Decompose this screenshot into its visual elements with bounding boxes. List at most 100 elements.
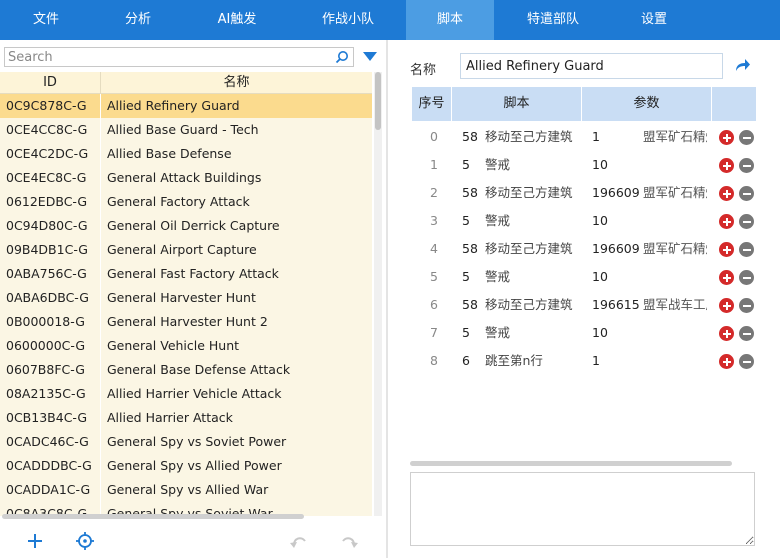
add-action-button[interactable] [719,130,734,145]
action-code: 5 [462,157,470,172]
action-row[interactable]: 2 58 移动至己方建筑 196609盟军矿石精炼厂 [412,179,756,207]
table-body: 0C9C878C-G Allied Refinery Guard 0CE4CC8C-… [0,94,372,516]
redo-icon[interactable] [338,530,360,552]
tab-team[interactable]: 作战小队 [290,0,406,40]
remove-action-button[interactable] [739,298,754,313]
add-action-button[interactable] [719,214,734,229]
row-name: Allied Harrier Attack [107,410,233,425]
share-icon[interactable] [733,57,751,73]
remove-action-button[interactable] [739,242,754,257]
tab-script[interactable]: 脚本 [406,0,494,40]
column-header-script[interactable]: 脚本 [452,87,582,121]
row-id: 0B000018-G [0,310,101,334]
action-row[interactable]: 5 5 警戒 10 [412,263,756,291]
row-id: 0CADC46C-G [0,430,101,454]
add-action-button[interactable] [719,326,734,341]
action-param: 1 [592,353,600,368]
column-header-name[interactable]: 名称 [101,72,372,93]
horizontal-scrollbar[interactable] [2,514,304,519]
column-header-param[interactable]: 参数 [582,87,712,121]
table-row[interactable]: 0600000C-G General Vehicle Hunt [0,334,372,358]
filter-dropdown-icon[interactable] [362,50,378,64]
tab-taskforce[interactable]: 特遣部队 [494,0,612,40]
row-id: 0CE4EC8C-G [0,166,101,190]
action-code: 58 [462,185,478,200]
column-header-index[interactable]: 序号 [412,87,452,121]
table-row[interactable]: 0CADDA1C-G General Spy vs Allied War [0,478,372,502]
action-index: 7 [430,325,438,340]
remove-action-button[interactable] [739,130,754,145]
plus-icon[interactable] [24,530,46,552]
row-name: Allied Harrier Vehicle Attack [107,386,282,401]
action-index: 2 [430,185,438,200]
action-param-detail: 盟军矿石精炼厂 [643,185,707,200]
script-name-input[interactable] [460,53,723,79]
action-row[interactable]: 1 5 警戒 10 [412,151,756,179]
script-note-textarea[interactable] [410,472,755,546]
action-param: 1 [592,129,600,144]
action-param: 10 [592,213,608,228]
add-action-button[interactable] [719,270,734,285]
table-row[interactable]: 08A2135C-G Allied Harrier Vehicle Attack [0,382,372,406]
action-description: 警戒 [485,213,511,228]
table-row[interactable]: 0CE4C2DC-G Allied Base Defense [0,142,372,166]
crosshair-icon[interactable] [74,530,96,552]
row-name: General Base Defense Attack [107,362,291,377]
column-header-id[interactable]: ID [0,72,101,93]
action-row[interactable]: 3 5 警戒 10 [412,207,756,235]
tab-file[interactable]: 文件 [0,0,92,40]
action-row[interactable]: 8 6 跳至第n行 1 [412,347,756,375]
row-name: General Oil Derrick Capture [107,218,280,233]
action-param: 196609 [592,241,640,256]
search-input[interactable] [8,49,328,65]
add-action-button[interactable] [719,354,734,369]
vertical-scrollbar[interactable] [374,72,382,516]
remove-action-button[interactable] [739,270,754,285]
table-row[interactable]: 0CE4CC8C-G Allied Base Guard - Tech [0,118,372,142]
table-row[interactable]: 0C9C878C-G Allied Refinery Guard [0,94,372,118]
action-row[interactable]: 0 58 移动至己方建筑 1 盟军矿石精炼厂 [412,123,756,151]
add-action-button[interactable] [719,158,734,173]
row-id: 0CE4C2DC-G [0,142,101,166]
action-code: 58 [462,241,478,256]
remove-action-button[interactable] [739,214,754,229]
row-id: 0607B8FC-G [0,358,101,382]
table-row[interactable]: 0607B8FC-G General Base Defense Attack [0,358,372,382]
action-description: 警戒 [485,325,511,340]
table-row[interactable]: 0ABA756C-G General Fast Factory Attack [0,262,372,286]
remove-action-button[interactable] [739,326,754,341]
add-action-button[interactable] [719,242,734,257]
action-code: 6 [462,353,470,368]
row-name: Allied Refinery Guard [107,98,240,113]
add-action-button[interactable] [719,186,734,201]
remove-action-button[interactable] [739,186,754,201]
table-row[interactable]: 0B000018-G General Harvester Hunt 2 [0,310,372,334]
remove-action-button[interactable] [739,158,754,173]
action-row[interactable]: 4 58 移动至己方建筑 196609盟军矿石精炼厂 [412,235,756,263]
tab-analyze[interactable]: 分析 [92,0,184,40]
action-index: 3 [430,213,438,228]
table-row[interactable]: 0CADC46C-G General Spy vs Soviet Power [0,430,372,454]
action-code: 5 [462,269,470,284]
remove-action-button[interactable] [739,354,754,369]
table-row[interactable]: 09B4DB1C-G General Airport Capture [0,238,372,262]
action-code: 58 [462,297,478,312]
table-row[interactable]: 0CE4EC8C-G General Attack Buildings [0,166,372,190]
table-row[interactable]: 0ABA6DBC-G General Harvester Hunt [0,286,372,310]
row-name: General Spy vs Allied War [107,482,269,497]
tab-settings[interactable]: 设置 [612,0,696,40]
tab-ai-trigger[interactable]: AI触发 [184,0,290,40]
table-row[interactable]: 0CB13B4C-G Allied Harrier Attack [0,406,372,430]
action-row[interactable]: 6 58 移动至己方建筑 196615盟军战车工厂 [412,291,756,319]
table-row[interactable]: 0C94D80C-G General Oil Derrick Capture [0,214,372,238]
actions-horizontal-scrollbar[interactable] [410,461,732,466]
add-action-button[interactable] [719,298,734,313]
scrollbar-thumb[interactable] [375,72,381,130]
search-icon[interactable] [335,50,349,64]
table-row[interactable]: 0612EDBC-G General Factory Attack [0,190,372,214]
action-row[interactable]: 7 5 警戒 10 [412,319,756,347]
table-row[interactable]: 0CADDDBC-G General Spy vs Allied Power [0,454,372,478]
row-id: 09B4DB1C-G [0,238,101,262]
column-header-ops [712,87,756,121]
undo-icon[interactable] [288,530,310,552]
